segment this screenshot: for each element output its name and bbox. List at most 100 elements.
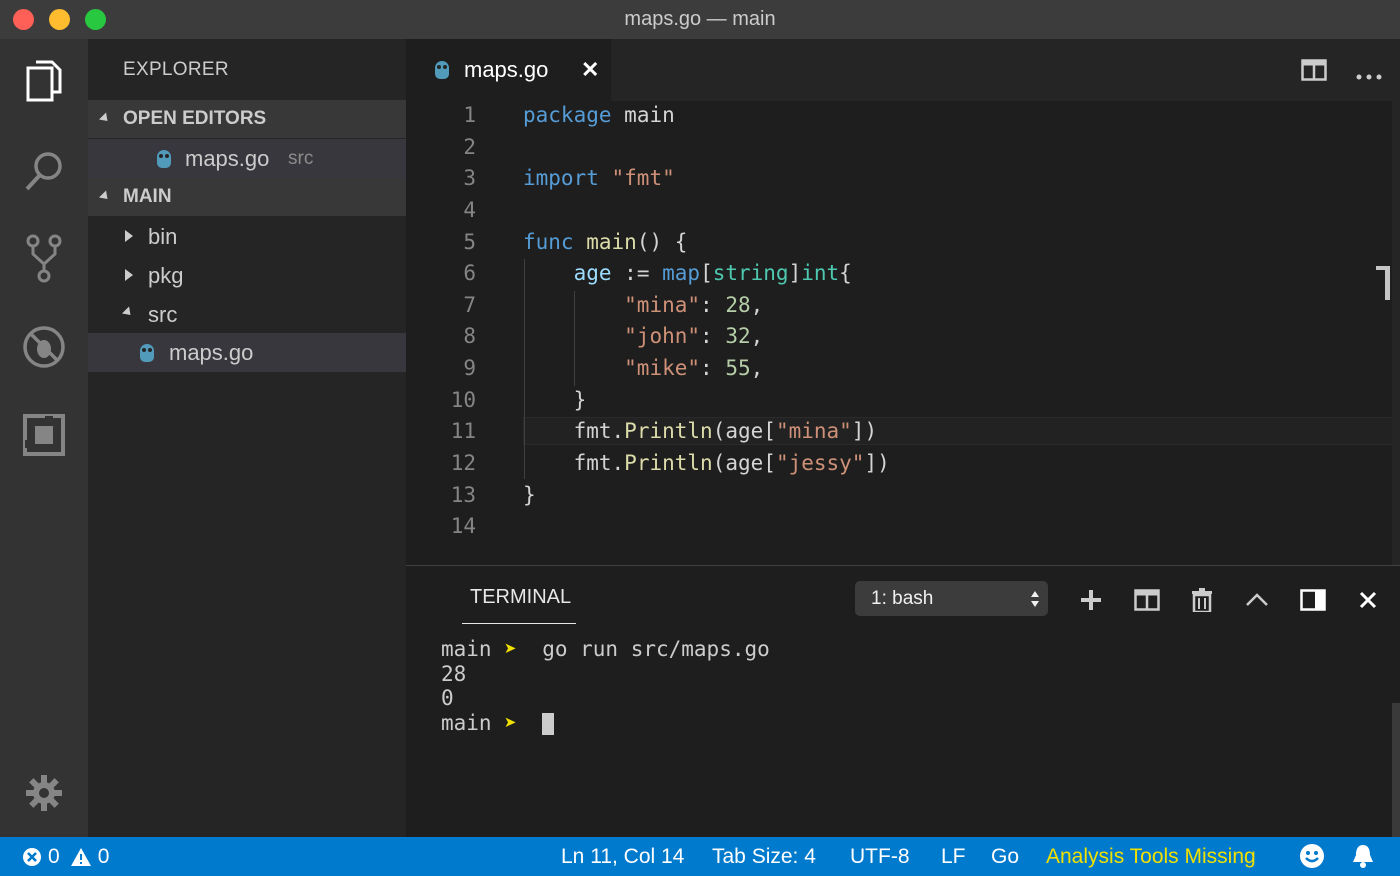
title-bar: maps.go — main	[0, 0, 1400, 39]
code-token: int	[801, 261, 840, 285]
status-bar: 0 0 Ln 11, Col 14 Tab Size: 4 UTF-8 LF G…	[0, 837, 1400, 876]
code-line: age := map[string]int{	[573, 261, 852, 285]
chevron-down-icon	[98, 190, 112, 203]
chevron-down-icon	[121, 306, 135, 319]
files-icon[interactable]	[18, 55, 70, 107]
terminal-line: 0	[441, 686, 454, 710]
shell-select[interactable]: 1: bash	[855, 581, 1048, 616]
smiley-icon[interactable]	[1299, 843, 1325, 875]
open-editor-item[interactable]: maps.go src	[88, 139, 406, 178]
tab-terminal[interactable]: TERMINAL	[470, 586, 571, 609]
code-editor[interactable]: 1 2 3 4 5 6 7 8 9 10 11 12 13 14 package…	[406, 101, 1400, 565]
tree-item-label: bin	[148, 223, 178, 249]
code-token: "mina"	[775, 419, 852, 443]
editor-tab-bar: maps.go ✕	[406, 39, 1400, 101]
line-number: 11	[450, 419, 476, 443]
main-folder-section[interactable]: MAIN	[88, 178, 406, 216]
problems-indicator[interactable]: 0 0	[22, 845, 109, 869]
code-token: string	[712, 261, 789, 285]
tree-item-label: pkg	[148, 262, 184, 288]
activity-bar	[0, 39, 88, 837]
explorer-title: EXPLORER	[123, 59, 229, 80]
line-number: 1	[463, 103, 476, 127]
warning-icon	[70, 848, 91, 866]
code-line: "mike": 55,	[624, 356, 764, 380]
chevron-down-icon	[98, 112, 112, 125]
close-icon[interactable]: ✕	[581, 57, 599, 83]
open-editor-name: maps.go	[185, 145, 270, 171]
code-line: "john": 32,	[624, 324, 764, 348]
go-file-icon	[435, 61, 449, 79]
close-icon[interactable]	[1354, 586, 1382, 614]
line-number: 14	[450, 514, 476, 538]
chevron-up-icon[interactable]	[1243, 586, 1271, 614]
code-token: import	[523, 166, 599, 190]
terminal-line: 28	[441, 662, 467, 686]
language-mode[interactable]: Go	[991, 845, 1019, 869]
code-token: age	[573, 261, 612, 285]
terminal-prompt: main	[441, 711, 492, 735]
tree-item-pkg[interactable]: pkg	[88, 256, 406, 295]
shell-select-value: 1: bash	[871, 587, 934, 609]
code-token: "fmt"	[611, 166, 675, 190]
code-line: fmt.Println(age["jessy"])	[573, 451, 890, 475]
code-token: 55	[725, 356, 751, 380]
line-number: 2	[463, 135, 476, 159]
code-token: main	[624, 103, 675, 127]
error-icon	[23, 848, 41, 866]
terminal-cursor	[542, 713, 555, 735]
window-title: maps.go — main	[624, 8, 776, 30]
main-folder-label: MAIN	[123, 186, 172, 207]
warning-count: 0	[97, 845, 110, 868]
tree-item-label: src	[148, 301, 178, 327]
code-line: }	[523, 388, 587, 412]
code-token: Println	[624, 451, 713, 475]
tree-item-bin[interactable]: bin	[88, 217, 406, 256]
encoding[interactable]: UTF-8	[850, 845, 910, 869]
tree-item-src[interactable]: src	[88, 295, 406, 334]
tab-maps-go[interactable]: maps.go ✕	[406, 39, 611, 101]
select-arrows-icon	[1031, 591, 1039, 607]
line-number: 7	[463, 293, 476, 317]
overview-cursor-marker	[1385, 266, 1390, 300]
split-terminal-icon[interactable]	[1133, 586, 1161, 614]
editor-scrollbar[interactable]	[1392, 101, 1400, 565]
more-icon[interactable]	[1356, 67, 1382, 85]
zoom-window-button[interactable]	[85, 9, 106, 30]
code-token: main	[586, 230, 637, 254]
maximize-icon[interactable]	[1299, 586, 1327, 614]
open-editors-section[interactable]: OPEN EDITORS	[88, 100, 406, 138]
code-token: age	[725, 419, 764, 443]
analysis-tools-warning[interactable]: Analysis Tools Missing	[1046, 845, 1256, 869]
code-token: map	[662, 261, 701, 285]
line-number: 4	[463, 198, 476, 222]
minimize-window-button[interactable]	[49, 9, 70, 30]
code-token: fmt	[573, 451, 612, 475]
search-icon[interactable]	[18, 145, 70, 197]
code-token: package	[523, 103, 612, 127]
close-window-button[interactable]	[13, 9, 34, 30]
cursor-position[interactable]: Ln 11, Col 14	[561, 845, 684, 869]
tab-label: maps.go	[464, 57, 549, 82]
tab-size[interactable]: Tab Size: 4	[712, 845, 816, 869]
gear-icon[interactable]	[18, 767, 70, 819]
code-token: () {	[636, 230, 688, 254]
tree-item-maps-go[interactable]: maps.go	[88, 333, 406, 372]
chevron-right-icon	[125, 269, 133, 281]
code-token: 32	[725, 324, 751, 348]
code-line: import "fmt"	[523, 166, 675, 190]
plus-icon[interactable]	[1077, 586, 1105, 614]
trash-icon[interactable]	[1188, 586, 1216, 614]
line-ending[interactable]: LF	[941, 845, 966, 869]
line-number: 12	[450, 451, 476, 475]
terminal-panel: TERMINAL 1: bash main ➤ go run src/maps.…	[406, 565, 1400, 838]
debug-icon[interactable]	[18, 321, 70, 373]
extensions-icon[interactable]	[18, 409, 70, 461]
prompt-arrow-icon: ➤	[504, 637, 517, 661]
error-count: 0	[48, 845, 60, 868]
split-editor-icon[interactable]	[1301, 59, 1327, 86]
bell-icon[interactable]	[1351, 843, 1375, 875]
terminal-scrollbar[interactable]	[1392, 703, 1400, 838]
chevron-right-icon	[125, 230, 133, 242]
source-control-icon[interactable]	[18, 233, 70, 285]
